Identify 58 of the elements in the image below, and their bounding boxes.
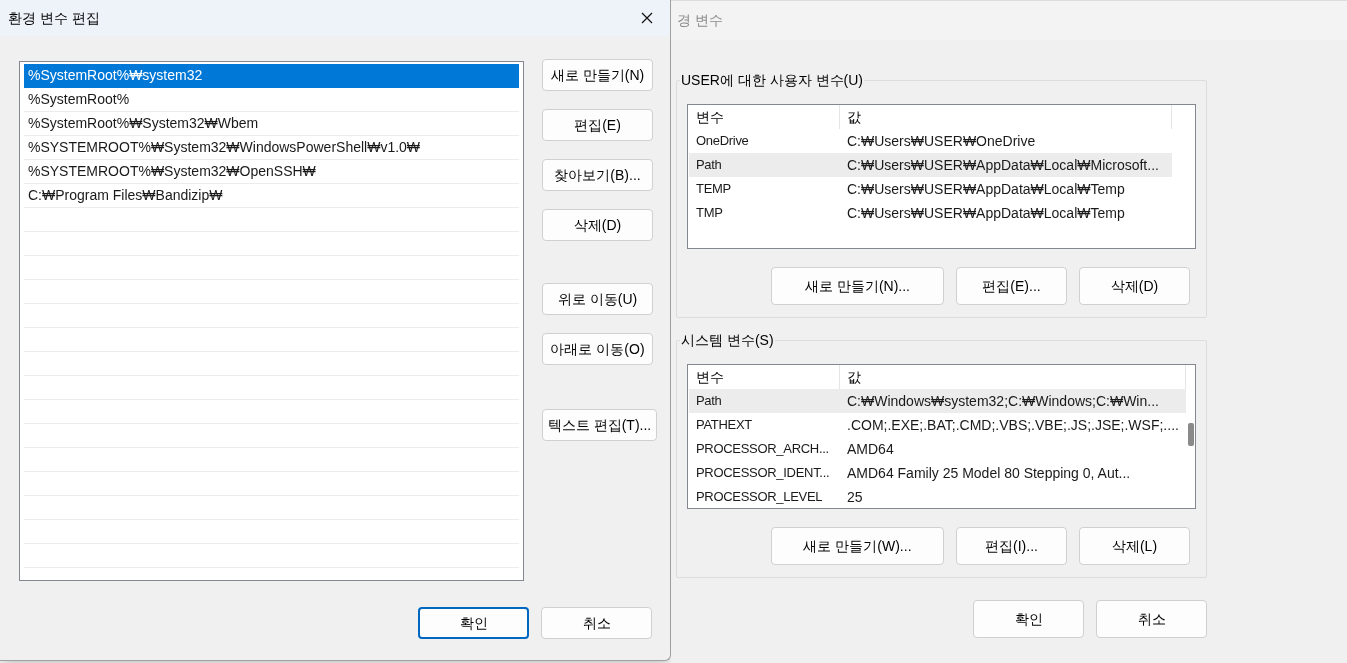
- path-item[interactable]: %SystemRoot%₩system32: [24, 64, 519, 88]
- dialog-button[interactable]: 삭제(D): [1079, 267, 1190, 305]
- variable-row[interactable]: OneDrive C:₩Users₩USER₩OneDrive: [689, 129, 1172, 153]
- path-item[interactable]: %SystemRoot%: [24, 88, 519, 112]
- variable-name: TEMP: [695, 180, 732, 199]
- variable-row[interactable]: Path C:₩Users₩USER₩AppData₩Local₩Microsoft...: [689, 153, 1172, 177]
- close-icon: [641, 12, 653, 24]
- variable-name: PATHEXT: [695, 416, 753, 435]
- variable-name: PROCESSOR_IDENT...: [695, 464, 831, 483]
- path-item[interactable]: %SYSTEMROOT%₩System32₩WindowsPowerShell₩v1.0₩: [24, 136, 519, 160]
- variable-name: PROCESSOR_ARCH...: [695, 440, 830, 459]
- dialog-button[interactable]: 확인: [973, 600, 1084, 638]
- variable-name: TMP: [695, 204, 724, 223]
- dialog-button[interactable]: 편집(E)...: [956, 267, 1067, 305]
- dialog-button[interactable]: 취소: [541, 607, 652, 639]
- scrollbar-thumb[interactable]: [1187, 423, 1194, 446]
- ok-button[interactable]: 확인: [418, 607, 529, 639]
- variable-value: C:₩Users₩USER₩AppData₩Local₩Temp: [846, 179, 1126, 199]
- variable-value: C:₩Users₩USER₩OneDrive: [846, 131, 1037, 151]
- dialog-button[interactable]: 찾아보기(B)...: [542, 159, 653, 191]
- window-title: 환경 변수 편집: [8, 8, 100, 28]
- path-item[interactable]: C:₩Program Files₩Bandizip₩: [24, 184, 519, 208]
- variable-value: AMD64 Family 25 Model 80 Stepping 0, Aut...: [846, 463, 1132, 483]
- variable-value: C:₩Users₩USER₩AppData₩Local₩Microsoft...: [846, 155, 1160, 175]
- variable-value: AMD64: [846, 439, 895, 459]
- dialog-button[interactable]: 새로 만들기(W)...: [771, 527, 944, 565]
- variable-row[interactable]: PROCESSOR_IDENT... AMD64 Family 25 Model 80 Stepping 0, Aut...: [689, 461, 1186, 485]
- dialog-button[interactable]: 취소: [1096, 600, 1207, 638]
- dialog-button[interactable]: 아래로 이동(O): [542, 333, 653, 365]
- variable-name: PROCESSOR_LEVEL: [695, 488, 824, 507]
- variable-name: Path: [695, 392, 723, 411]
- variable-value: .COM;.EXE;.BAT;.CMD;.VBS;.VBE;.JS;.JSE;.WSF;....: [846, 415, 1180, 435]
- group-legend: USER에 대한 사용자 변수(U): [680, 71, 864, 89]
- variable-value: C:₩Users₩USER₩AppData₩Local₩Temp: [846, 203, 1126, 223]
- dialog-button[interactable]: 새로 만들기(N): [542, 59, 653, 91]
- dialog-button[interactable]: 위로 이동(U): [542, 283, 653, 315]
- dialog-button[interactable]: 새로 만들기(N)...: [771, 267, 944, 305]
- variable-name: OneDrive: [695, 132, 750, 151]
- dialog-button[interactable]: 삭제(D): [542, 209, 653, 241]
- column-header[interactable]: 변수: [689, 105, 840, 129]
- variable-row[interactable]: TEMP C:₩Users₩USER₩AppData₩Local₩Temp: [689, 177, 1172, 201]
- variable-name: Path: [695, 156, 723, 175]
- variable-row[interactable]: PROCESSOR_LEVEL 25: [689, 485, 1186, 508]
- dialog-button[interactable]: 텍스트 편집(T)...: [542, 409, 657, 441]
- group-legend: 시스템 변수(S): [680, 331, 775, 349]
- dialog-button[interactable]: 편집(E): [542, 109, 653, 141]
- variable-row[interactable]: PATHEXT .COM;.EXE;.BAT;.CMD;.VBS;.VBE;.JS;.JSE;.WSF;....: [689, 413, 1186, 437]
- variable-value: 25: [846, 487, 864, 507]
- variable-row[interactable]: Path C:₩Windows₩system32;C:₩Windows;C:₩Win...: [689, 389, 1186, 413]
- path-item[interactable]: %SystemRoot%₩System32₩Wbem: [24, 112, 519, 136]
- dialog-button[interactable]: 삭제(L): [1079, 527, 1190, 565]
- window-title: 경 변수: [677, 11, 723, 30]
- path-item[interactable]: %SYSTEMROOT%₩System32₩OpenSSH₩: [24, 160, 519, 184]
- column-header[interactable]: 값: [840, 105, 1172, 129]
- variable-value: C:₩Windows₩system32;C:₩Windows;C:₩Win...: [846, 391, 1160, 411]
- variable-row[interactable]: PROCESSOR_ARCH... AMD64: [689, 437, 1186, 461]
- variable-row[interactable]: TMP C:₩Users₩USER₩AppData₩Local₩Temp: [689, 201, 1172, 225]
- dialog-button[interactable]: 편집(I)...: [956, 527, 1067, 565]
